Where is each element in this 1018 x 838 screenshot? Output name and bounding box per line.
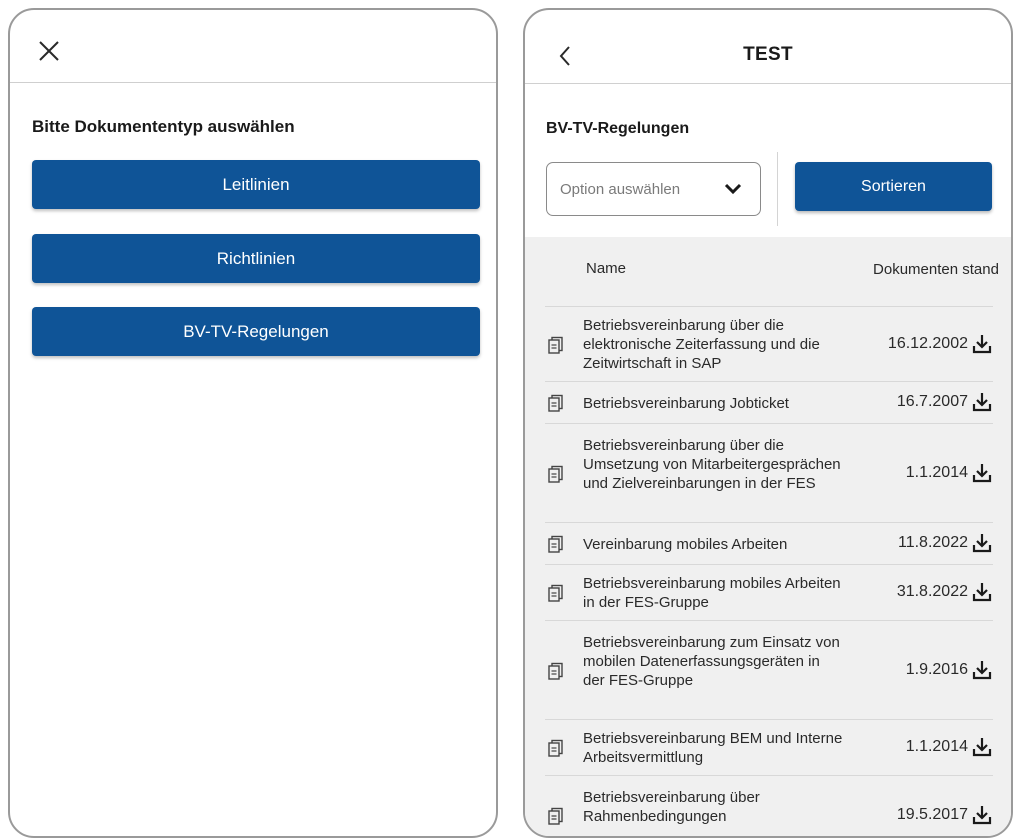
document-name: Betriebsvereinbarung BEM und Interne Arb… [583, 730, 843, 766]
document-icon [547, 465, 565, 483]
leitlinien-button[interactable]: Leitlinien [32, 160, 480, 209]
bv-tv-regelungen-button[interactable]: BV-TV-Regelungen [32, 307, 480, 356]
download-icon[interactable] [972, 532, 992, 554]
document-list-screen: TEST BV-TV-Regelungen Option auswählen S… [523, 8, 1013, 838]
document-date: 1.9.2016 [905, 660, 968, 678]
document-date: 1.1.2014 [905, 463, 968, 481]
document-name: Betriebsvereinbarung mobiles Arbeiten in… [583, 575, 841, 611]
document-row[interactable]: Vereinbarung mobiles Arbeiten 11.8.2022 [545, 522, 993, 564]
document-name: Vereinbarung mobiles Arbeiten [583, 535, 788, 553]
richtlinien-button[interactable]: Richtlinien [32, 234, 480, 283]
document-date: 19.5.2017 [896, 806, 968, 823]
close-icon[interactable] [36, 38, 62, 64]
chevron-down-icon [724, 183, 742, 195]
document-date: 31.8.2022 [896, 583, 968, 600]
download-icon[interactable] [972, 581, 992, 603]
document-icon [547, 584, 565, 602]
document-date: 16.12.2002 [887, 334, 968, 352]
document-icon [547, 807, 565, 825]
document-row[interactable]: Betriebsvereinbarung über die elektronis… [545, 306, 993, 381]
document-icon [547, 739, 565, 757]
document-name: Betriebsvereinbarung über die elektronis… [583, 317, 820, 372]
right-header: TEST [525, 10, 1011, 84]
divider [777, 152, 778, 226]
column-header-name[interactable]: Name [586, 260, 626, 277]
left-header [10, 10, 496, 83]
document-row[interactable]: Betriebsvereinbarung BEM und Interne Arb… [545, 719, 993, 775]
download-icon[interactable] [972, 462, 992, 484]
document-name: Betriebsvereinbarung Jobticket [583, 394, 789, 412]
page-title: Bitte Dokumententyp auswählen [32, 117, 295, 136]
document-name: Betriebsvereinbarung über die Umsetzung … [583, 436, 841, 492]
document-date: 11.8.2022 [898, 534, 968, 551]
document-row[interactable]: Betriebsvereinbarung über die Umsetzung … [545, 423, 993, 522]
document-date: 16.7.2007 [896, 393, 968, 410]
select-placeholder: Option auswählen [560, 180, 681, 198]
document-icon [547, 336, 565, 354]
document-icon [547, 662, 565, 680]
column-header-date[interactable]: Dokumenten stand [871, 260, 1001, 280]
document-icon [547, 394, 565, 412]
document-row[interactable]: Betriebsvereinbarung Jobticket 16.7.2007 [545, 381, 993, 423]
document-name: Betriebsvereinbarung zum Einsatz von mob… [583, 633, 840, 689]
download-icon[interactable] [972, 659, 992, 681]
document-row[interactable]: Betriebsvereinbarung mobiles Arbeiten in… [545, 564, 993, 620]
download-icon[interactable] [972, 391, 992, 413]
screen-title: TEST [743, 44, 793, 65]
document-icon [547, 535, 565, 553]
download-icon[interactable] [972, 804, 992, 826]
document-name: Betriebsvereinbarung über Rahmenbedingun… [583, 788, 760, 825]
sort-button[interactable]: Sortieren [795, 162, 992, 211]
document-row[interactable]: Betriebsvereinbarung zum Einsatz von mob… [545, 620, 993, 719]
document-row[interactable]: Betriebsvereinbarung über Rahmenbedingun… [545, 775, 993, 836]
section-title: BV-TV-Regelungen [546, 120, 690, 137]
sort-option-select[interactable]: Option auswählen [546, 162, 761, 216]
document-date: 1.1.2014 [905, 738, 968, 755]
download-icon[interactable] [972, 736, 992, 758]
document-type-screen: Bitte Dokumententyp auswählen Leitlinien… [8, 8, 498, 838]
download-icon[interactable] [972, 333, 992, 355]
